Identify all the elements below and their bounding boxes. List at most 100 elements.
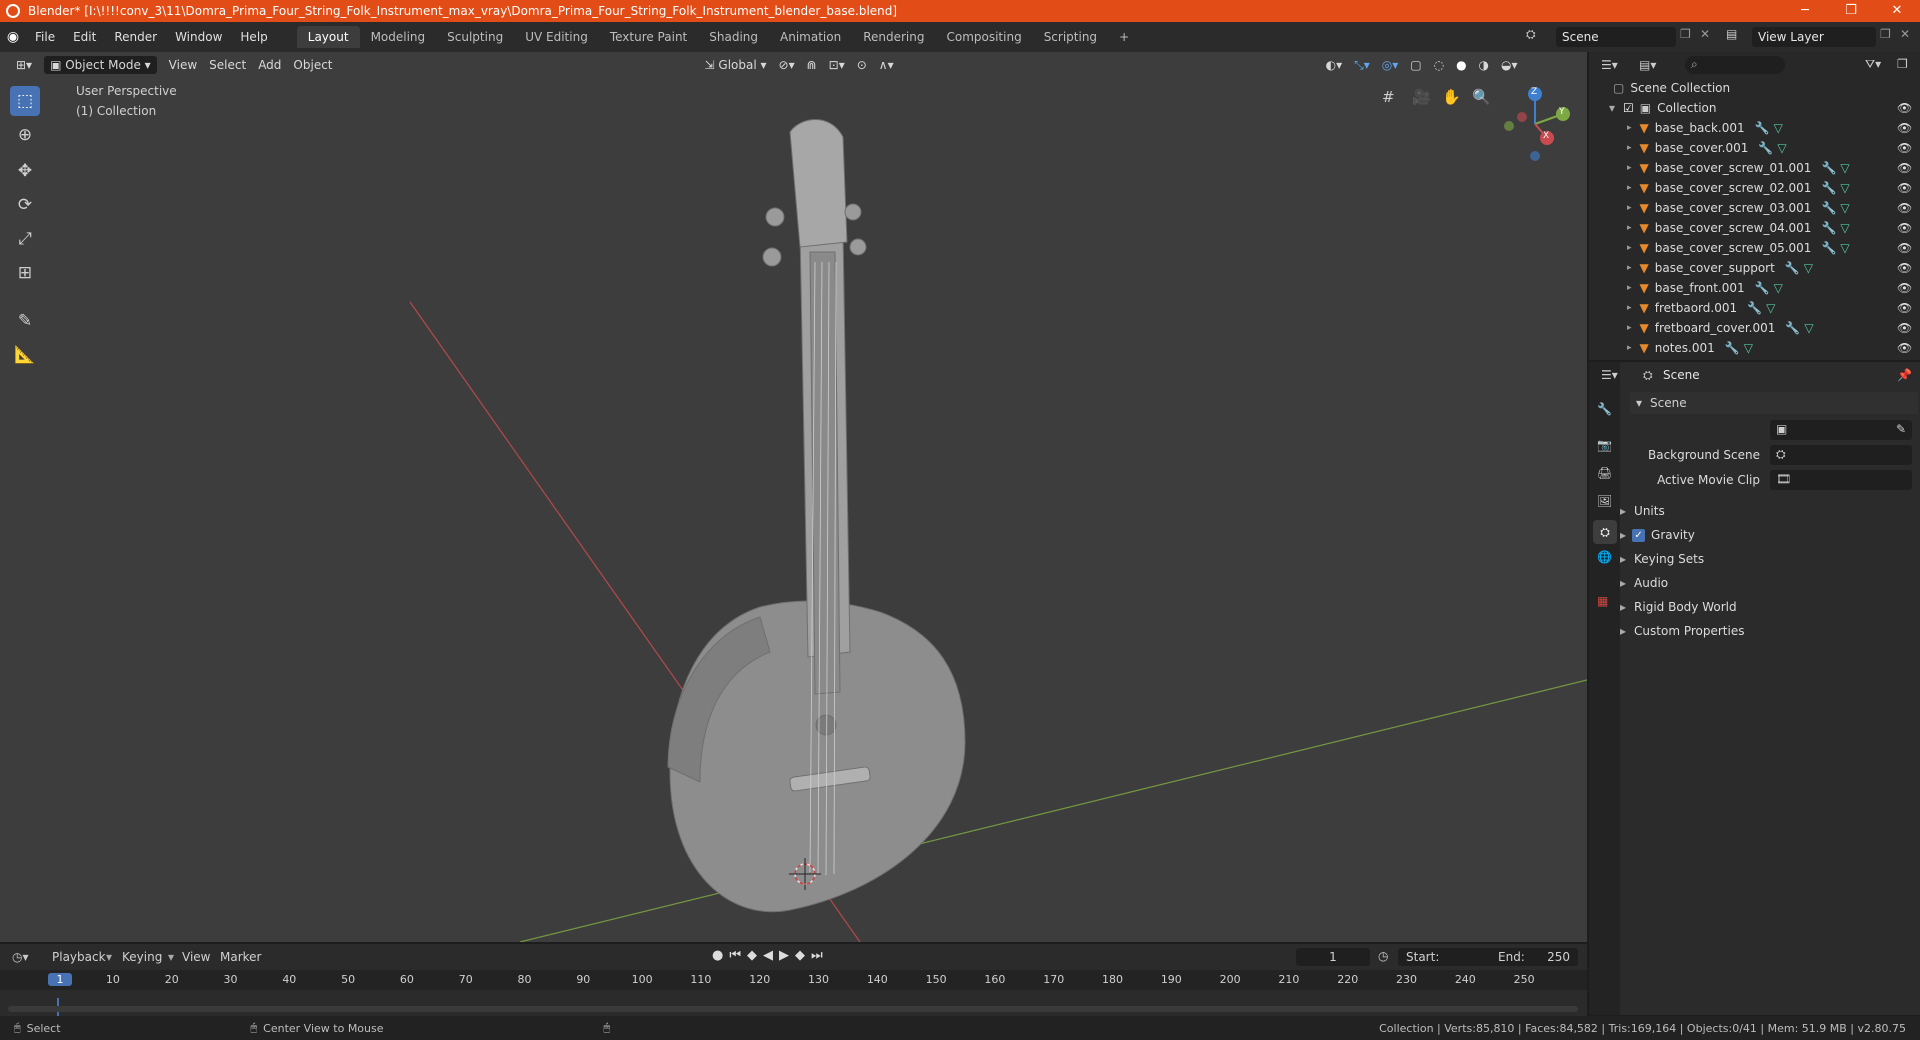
visibility-eye-icon[interactable]: 👁 bbox=[1897, 241, 1912, 255]
outliner-search-input[interactable]: ⌕ bbox=[1685, 56, 1785, 74]
outliner-object-row[interactable]: ▸ ▼ base_cover_screw_03.001 🔧 ▽ 👁 bbox=[1589, 198, 1920, 218]
mesh-data-icon[interactable]: ▽ bbox=[1774, 281, 1783, 295]
expand-arrow-icon[interactable]: ▸ bbox=[1627, 323, 1632, 333]
visibility-eye-icon[interactable]: 👁 bbox=[1897, 321, 1912, 335]
menu-help[interactable]: Help bbox=[231, 30, 276, 44]
units-section[interactable]: ▸ Units bbox=[1620, 501, 1665, 521]
measure-tool-icon[interactable]: 📐 bbox=[10, 340, 40, 370]
background-scene-field[interactable]: ⛭ bbox=[1770, 445, 1912, 465]
world-tab-icon[interactable]: 🌐 bbox=[1597, 550, 1612, 564]
tab-scripting[interactable]: Scripting bbox=[1033, 26, 1108, 48]
grid-view-icon[interactable]: # bbox=[1382, 88, 1395, 106]
material-shading-icon[interactable]: ◑ bbox=[1473, 56, 1495, 74]
outliner-object-row[interactable]: ▸ ▼ base_cover_screw_02.001 🔧 ▽ 👁 bbox=[1589, 178, 1920, 198]
view-layer-tab-icon[interactable]: 🖼 bbox=[1597, 494, 1612, 508]
collection-visibility-icon[interactable]: 👁 bbox=[1897, 101, 1912, 115]
mesh-data-icon[interactable]: ▽ bbox=[1840, 201, 1849, 215]
scene-panel-header[interactable]: ▾ Scene bbox=[1630, 392, 1918, 414]
expand-arrow-icon[interactable]: ▸ bbox=[1627, 223, 1632, 233]
menu-select[interactable]: Select bbox=[203, 56, 252, 74]
filter-icon[interactable]: ⛛▾ bbox=[1865, 57, 1881, 72]
outliner-panel[interactable]: ☰▾ ▤▾ ⌕ ⛛▾ ❐ ▢ Scene Collection ▾ ☑ ▣ Co… bbox=[1589, 52, 1920, 360]
menu-playback[interactable]: Playback bbox=[52, 950, 106, 964]
audio-section[interactable]: ▸ Audio bbox=[1620, 573, 1668, 593]
pin-icon[interactable]: 📌 bbox=[1897, 368, 1912, 382]
mode-selector[interactable]: ▣ Object Mode ▾ bbox=[44, 56, 157, 74]
overlays-icon[interactable]: ◎▾ bbox=[1376, 56, 1405, 74]
next-keyframe-icon[interactable]: ◆ bbox=[795, 948, 811, 963]
annotate-tool-icon[interactable]: ✎ bbox=[10, 306, 40, 336]
modifier-icon[interactable]: 🔧 bbox=[1821, 161, 1836, 175]
expand-arrow-icon[interactable]: ▸ bbox=[1627, 263, 1632, 273]
tab-layout[interactable]: Layout bbox=[296, 26, 360, 48]
expand-arrow-icon[interactable]: ▸ bbox=[1627, 243, 1632, 253]
texture-tab-icon[interactable]: ▦ bbox=[1597, 594, 1608, 608]
clock-icon[interactable]: ◷ bbox=[1378, 949, 1388, 963]
view-layer-selector[interactable]: View Layer bbox=[1752, 27, 1876, 47]
delete-scene-icon[interactable]: ✕ bbox=[1700, 27, 1710, 41]
menu-object[interactable]: Object bbox=[287, 56, 338, 74]
visibility-eye-icon[interactable]: 👁 bbox=[1897, 221, 1912, 235]
wireframe-shading-icon[interactable]: ◌ bbox=[1428, 56, 1450, 74]
navigation-gizmo[interactable]: Z Y X bbox=[1495, 84, 1575, 164]
visibility-eye-icon[interactable]: 👁 bbox=[1897, 141, 1912, 155]
modifier-icon[interactable]: 🔧 bbox=[1755, 281, 1770, 295]
expand-arrow-icon[interactable]: ▸ bbox=[1627, 123, 1632, 133]
outliner-object-row[interactable]: ▸ ▼ base_cover_screw_04.001 🔧 ▽ 👁 bbox=[1589, 218, 1920, 238]
menu-render[interactable]: Render bbox=[105, 30, 166, 44]
tab-animation[interactable]: Animation bbox=[769, 26, 852, 48]
snap-target-icon[interactable]: ⊡▾ bbox=[823, 56, 851, 74]
menu-timeline-view[interactable]: View bbox=[182, 950, 210, 964]
menu-keying[interactable]: Keying bbox=[122, 950, 162, 964]
minimize-button[interactable]: ─ bbox=[1782, 0, 1828, 22]
snap-icon[interactable]: ⋒ bbox=[801, 56, 823, 74]
outliner-object-row[interactable]: ▸ ▼ fretboard_cover.001 🔧 ▽ 👁 bbox=[1589, 318, 1920, 338]
rigid-body-world-section[interactable]: ▸ Rigid Body World bbox=[1620, 597, 1737, 617]
select-box-tool-icon[interactable]: ⬚ bbox=[10, 86, 40, 116]
active-movie-clip-field[interactable]: 🎞 bbox=[1770, 470, 1912, 490]
blender-menu-icon[interactable]: ◉ bbox=[0, 29, 26, 45]
visibility-eye-icon[interactable]: 👁 bbox=[1897, 261, 1912, 275]
editor-type-icon[interactable]: ⊞▾ bbox=[10, 56, 38, 74]
expand-arrow-icon[interactable]: ▸ bbox=[1627, 163, 1632, 173]
modifier-icon[interactable]: 🔧 bbox=[1755, 121, 1770, 135]
expand-arrow-icon[interactable]: ▸ bbox=[1627, 183, 1632, 193]
play-reverse-icon[interactable]: ◀ bbox=[763, 948, 779, 963]
mesh-data-icon[interactable]: ▽ bbox=[1804, 261, 1813, 275]
transform-tool-icon[interactable]: ⊞ bbox=[10, 258, 40, 288]
visibility-eye-icon[interactable]: 👁 bbox=[1897, 341, 1912, 355]
mesh-data-icon[interactable]: ▽ bbox=[1804, 321, 1813, 335]
visibility-eye-icon[interactable]: 👁 bbox=[1897, 201, 1912, 215]
timeline-editor-type-icon[interactable]: ◷▾ bbox=[12, 950, 29, 964]
add-workspace-button[interactable]: + bbox=[1108, 26, 1140, 48]
mesh-data-icon[interactable]: ▽ bbox=[1840, 181, 1849, 195]
proportional-edit-icon[interactable]: ⊙ bbox=[851, 56, 873, 74]
timeline-panel[interactable]: ◷▾ Playback ▾ Keying ▾ View Marker ●⏮◆◀▶… bbox=[0, 944, 1587, 1016]
mesh-data-icon[interactable]: ▽ bbox=[1840, 241, 1849, 255]
current-frame-field[interactable]: 1 bbox=[1296, 948, 1370, 966]
modifier-icon[interactable]: 🔧 bbox=[1821, 241, 1836, 255]
transform-orientation-dropdown[interactable]: ⇲ Global ▾ bbox=[699, 56, 773, 74]
visibility-eye-icon[interactable]: 👁 bbox=[1897, 121, 1912, 135]
outliner-object-row[interactable]: ▸ ▼ base_back.001 🔧 ▽ 👁 bbox=[1589, 118, 1920, 138]
tab-sculpting[interactable]: Sculpting bbox=[436, 26, 514, 48]
outliner-object-row[interactable]: ▸ ▼ fretbaord.001 🔧 ▽ 👁 bbox=[1589, 298, 1920, 318]
tab-compositing[interactable]: Compositing bbox=[935, 26, 1032, 48]
outliner-object-row[interactable]: ▸ ▼ base_cover_screw_05.001 🔧 ▽ 👁 bbox=[1589, 238, 1920, 258]
rendered-shading-icon[interactable]: ◒▾ bbox=[1495, 56, 1524, 74]
rotate-tool-icon[interactable]: ⟳ bbox=[10, 190, 40, 220]
display-mode-icon[interactable]: ▤▾ bbox=[1639, 58, 1656, 72]
modifier-icon[interactable]: 🔧 bbox=[1821, 201, 1836, 215]
new-scene-icon[interactable]: ❐ bbox=[1680, 27, 1691, 41]
solid-shading-icon[interactable]: ● bbox=[1450, 56, 1472, 74]
scene-tab-icon[interactable]: ⛭ bbox=[1593, 520, 1617, 544]
cursor-tool-icon[interactable]: ⊕ bbox=[10, 120, 40, 150]
mesh-data-icon[interactable]: ▽ bbox=[1777, 141, 1786, 155]
mesh-data-icon[interactable]: ▽ bbox=[1774, 121, 1783, 135]
outliner-object-row[interactable]: ▸ ▼ notes.001 🔧 ▽ 👁 bbox=[1589, 338, 1920, 358]
tool-tab-icon[interactable]: 🔧 bbox=[1597, 402, 1612, 416]
expand-arrow-icon[interactable]: ▾ bbox=[1609, 101, 1615, 115]
play-icon[interactable]: ▶ bbox=[779, 948, 795, 963]
tab-shading[interactable]: Shading bbox=[698, 26, 769, 48]
close-button[interactable]: ✕ bbox=[1874, 0, 1920, 22]
